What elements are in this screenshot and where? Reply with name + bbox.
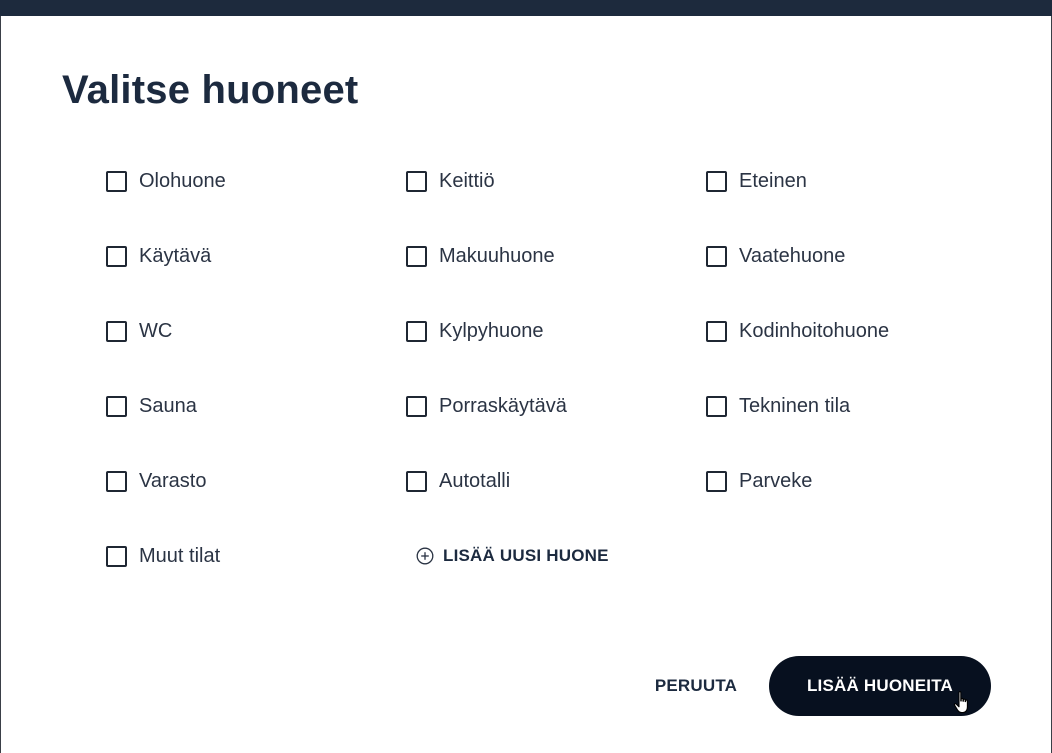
select-rooms-dialog: Valitse huoneet Olohuone Keittiö Eteinen… [1, 16, 1051, 753]
room-option[interactable]: Makuuhuone [406, 231, 706, 281]
room-checkbox[interactable] [406, 395, 427, 417]
room-checkbox-grid: Olohuone Keittiö Eteinen Käytävä Makuuhu… [106, 156, 1006, 606]
room-label: Kodinhoitohuone [739, 319, 890, 342]
room-label: Olohuone [139, 169, 226, 192]
room-option[interactable]: WC [106, 306, 406, 356]
room-option[interactable]: Sauna [106, 381, 406, 431]
dialog-title: Valitse huoneet [62, 68, 359, 112]
room-label: Vaatehuone [739, 244, 846, 267]
backdrop-top-bar [0, 0, 1052, 16]
room-option[interactable]: Vaatehuone [706, 231, 1006, 281]
room-checkbox[interactable] [106, 545, 127, 567]
room-label: Eteinen [739, 169, 807, 192]
room-label: Tekninen tila [739, 394, 851, 417]
room-checkbox[interactable] [706, 245, 727, 267]
room-option[interactable]: Olohuone [106, 156, 406, 206]
room-checkbox[interactable] [406, 470, 427, 492]
room-checkbox[interactable] [106, 470, 127, 492]
room-option[interactable]: Eteinen [706, 156, 1006, 206]
room-option[interactable]: Parveke [706, 456, 1006, 506]
hand-pointer-cursor-icon [953, 691, 968, 714]
room-checkbox[interactable] [706, 320, 727, 342]
room-checkbox[interactable] [406, 245, 427, 267]
add-new-room-button[interactable]: LISÄÄ UUSI HUONE [406, 531, 706, 581]
room-label: Autotalli [439, 469, 511, 492]
room-checkbox[interactable] [706, 470, 727, 492]
room-checkbox[interactable] [706, 395, 727, 417]
room-label: Makuuhuone [439, 244, 555, 267]
room-label: Muut tilat [139, 544, 221, 567]
room-checkbox[interactable] [106, 395, 127, 417]
room-label: Sauna [139, 394, 197, 417]
room-option[interactable]: Muut tilat [106, 531, 406, 581]
room-option[interactable]: Varasto [106, 456, 406, 506]
room-option[interactable]: Keittiö [406, 156, 706, 206]
room-label: Käytävä [139, 244, 212, 267]
room-label: Parveke [739, 469, 813, 492]
room-label: Varasto [139, 469, 207, 492]
room-checkbox[interactable] [106, 320, 127, 342]
room-checkbox[interactable] [106, 170, 127, 192]
room-option[interactable]: Kylpyhuone [406, 306, 706, 356]
room-option[interactable]: Porraskäytävä [406, 381, 706, 431]
room-checkbox[interactable] [406, 320, 427, 342]
room-label: WC [139, 319, 173, 342]
room-label: Kylpyhuone [439, 319, 544, 342]
room-checkbox[interactable] [406, 170, 427, 192]
room-label: Keittiö [439, 169, 495, 192]
cancel-button[interactable]: PERUUTA [641, 656, 751, 716]
room-checkbox[interactable] [706, 170, 727, 192]
room-option[interactable]: Autotalli [406, 456, 706, 506]
room-label: Porraskäytävä [439, 394, 567, 417]
plus-circle-icon [416, 547, 434, 565]
room-option[interactable]: Käytävä [106, 231, 406, 281]
room-option[interactable]: Tekninen tila [706, 381, 1006, 431]
room-option[interactable]: Kodinhoitohuone [706, 306, 1006, 356]
room-checkbox[interactable] [106, 245, 127, 267]
add-new-room-label: LISÄÄ UUSI HUONE [443, 546, 609, 565]
